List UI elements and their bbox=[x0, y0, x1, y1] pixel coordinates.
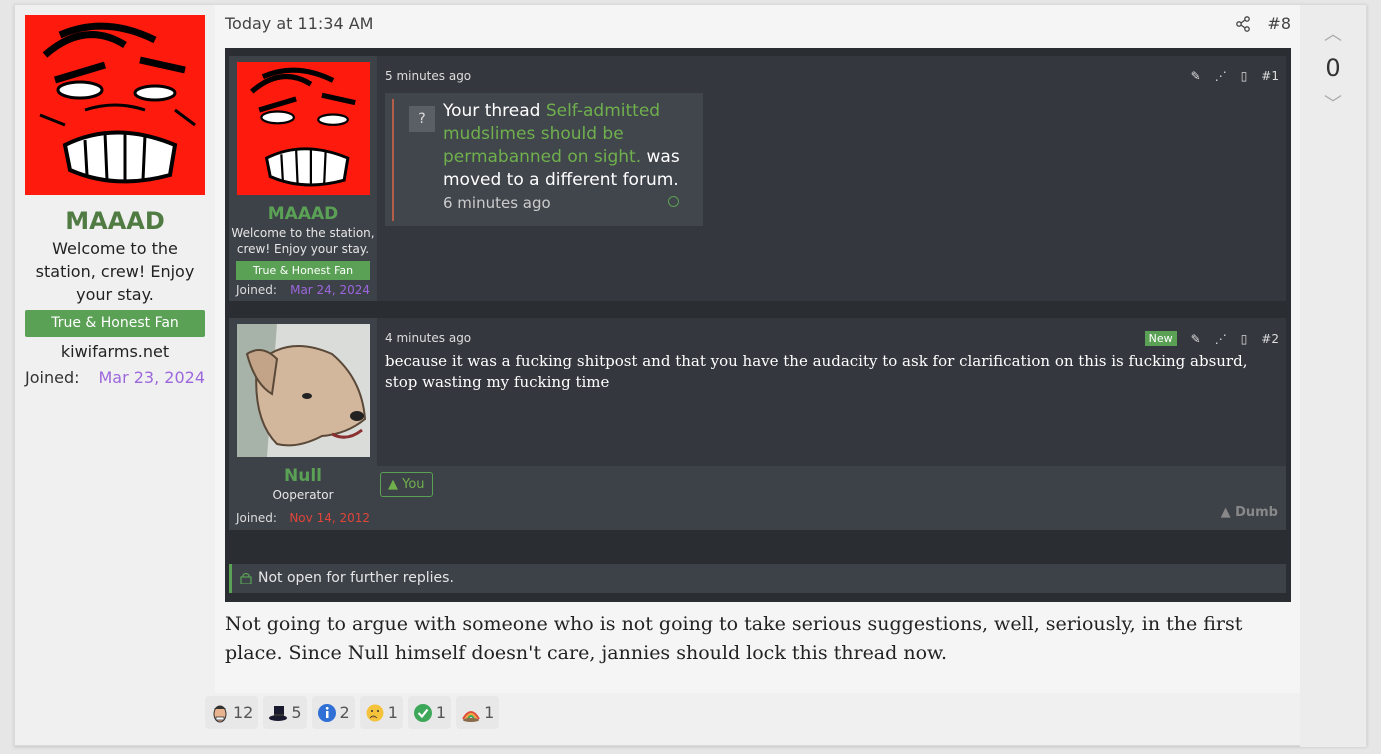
dumb-reaction: ▲ Dumb bbox=[1220, 505, 1278, 520]
author-banner: True & Honest Fan bbox=[25, 310, 205, 337]
reaction-thinking[interactable]: 1 bbox=[359, 696, 403, 729]
new-badge: New bbox=[1144, 331, 1177, 346]
info-icon bbox=[317, 703, 336, 722]
message-1-joined-date: Mar 24, 2024 bbox=[290, 283, 370, 297]
share-icon[interactable] bbox=[1235, 15, 1251, 32]
joined-date: Mar 23, 2024 bbox=[98, 368, 205, 387]
author-title: Welcome to the station, crew! Enjoy your… bbox=[35, 239, 195, 304]
post-number[interactable]: #8 bbox=[1267, 14, 1291, 33]
reaction-count: 1 bbox=[435, 703, 447, 722]
screenshot-message-1: MAAAD Welcome to the station, crew! Enjo… bbox=[229, 56, 1286, 301]
you-label: You bbox=[402, 477, 425, 492]
pencil-icon: ✎ bbox=[1190, 69, 1201, 83]
share-icon: ⋰ bbox=[1214, 331, 1227, 346]
message-1-joined-label: Joined: bbox=[236, 283, 277, 297]
post-main: Today at 11:34 AM #8 MAAAD Welcome to th… bbox=[215, 5, 1301, 693]
reaction-top-hat[interactable]: 5 bbox=[263, 696, 307, 729]
unread-dot-icon bbox=[668, 196, 679, 207]
post-timestamp[interactable]: Today at 11:34 AM bbox=[225, 14, 373, 33]
alert-bar bbox=[392, 99, 394, 221]
message-2-avatar bbox=[236, 324, 370, 457]
message-2-number: #2 bbox=[1261, 331, 1279, 346]
author-avatar[interactable] bbox=[25, 15, 205, 195]
screenshot-message-2: Null Ooperator Joined: Nov 14, 2012 4 mi… bbox=[229, 318, 1286, 530]
post-body: Not going to argue with someone who is n… bbox=[225, 613, 1243, 664]
message-1-user: MAAAD Welcome to the station, crew! Enjo… bbox=[229, 56, 377, 301]
dumb-label: Dumb bbox=[1235, 505, 1278, 520]
reaction-count: 2 bbox=[339, 703, 350, 722]
post-container: MAAAD Welcome to the station, crew! Enjo… bbox=[14, 4, 1367, 747]
alert-prefix: Your thread bbox=[443, 101, 541, 121]
question-icon: ? bbox=[409, 106, 435, 132]
message-1-title: Welcome to the station, crew! Enjoy your… bbox=[231, 226, 375, 256]
share-icon: ⋰ bbox=[1214, 69, 1227, 83]
message-2-joined: Joined: Nov 14, 2012 bbox=[236, 511, 370, 525]
check-icon bbox=[413, 703, 432, 722]
vote-count: 0 bbox=[1325, 54, 1341, 82]
author-column: MAAAD Welcome to the station, crew! Enjo… bbox=[25, 15, 205, 389]
bookmark-icon: ▯ bbox=[1240, 69, 1248, 83]
message-2-time: 4 minutes ago bbox=[385, 331, 472, 345]
you-reaction: ▲ You bbox=[380, 472, 433, 497]
upvote-icon[interactable]: ︿ bbox=[1300, 20, 1366, 46]
message-2-footer: ▲ You ▲ Dumb bbox=[377, 466, 1286, 530]
locked-text: Not open for further replies. bbox=[258, 570, 454, 586]
face-icon bbox=[213, 705, 227, 722]
message-1-banner: True & Honest Fan bbox=[236, 261, 370, 280]
reaction-count: 5 bbox=[291, 703, 302, 722]
message-2-joined-label: Joined: bbox=[236, 511, 277, 525]
author-joined: Joined: Mar 23, 2024 bbox=[25, 366, 205, 389]
joined-label: Joined: bbox=[25, 368, 80, 387]
reaction-count: 1 bbox=[484, 703, 495, 722]
alert-text: Your thread Self-admitted mudslimes shou… bbox=[443, 100, 683, 215]
message-2-name: Null bbox=[284, 466, 322, 486]
pencil-icon: ✎ bbox=[1190, 331, 1201, 346]
reaction-rainbow[interactable]: 1 bbox=[456, 696, 500, 729]
vote-column: ︿ 0 ﹀ bbox=[1300, 5, 1366, 747]
thinking-icon bbox=[366, 704, 384, 721]
reaction-face[interactable]: 12 bbox=[205, 696, 259, 729]
bookmark-icon: ▯ bbox=[1240, 331, 1248, 346]
message-1-tools: ✎ ⋰ ▯ #1 bbox=[1191, 69, 1279, 83]
author-name[interactable]: MAAAD bbox=[25, 207, 205, 235]
reaction-check[interactable]: 1 bbox=[407, 696, 452, 729]
message-1-joined: Joined: Mar 24, 2024 bbox=[236, 283, 370, 297]
message-1-avatar bbox=[236, 62, 370, 195]
message-2-title: Ooperator bbox=[272, 488, 334, 502]
reactions-bar: 12 5 2 1 1 1 bbox=[205, 696, 500, 729]
lock-icon bbox=[240, 572, 252, 584]
message-2-joined-date: Nov 14, 2012 bbox=[289, 511, 370, 525]
embedded-screenshot: MAAAD Welcome to the station, crew! Enjo… bbox=[225, 48, 1291, 602]
message-1-number: #1 bbox=[1261, 69, 1279, 83]
locked-notice: Not open for further replies. bbox=[229, 564, 1286, 593]
message-1-name: MAAAD bbox=[267, 204, 339, 224]
reaction-count: 1 bbox=[387, 703, 398, 722]
message-2-text: because it was a fucking shitpost and th… bbox=[385, 352, 1248, 391]
reaction-info[interactable]: 2 bbox=[311, 696, 355, 729]
message-2-user: Null Ooperator Joined: Nov 14, 2012 bbox=[229, 318, 377, 530]
rainbow-icon bbox=[462, 710, 480, 722]
reaction-count: 12 bbox=[233, 703, 254, 722]
message-2-tools: New ✎ ⋰ ▯ #2 bbox=[1144, 331, 1279, 346]
message-1-time: 5 minutes ago bbox=[385, 69, 472, 83]
downvote-icon[interactable]: ﹀ bbox=[1300, 90, 1366, 116]
move-alert: ? Your thread Self-admitted mudslimes sh… bbox=[385, 93, 703, 226]
alert-time: 6 minutes ago bbox=[443, 194, 551, 212]
post-tools: #8 bbox=[1235, 14, 1291, 33]
top-hat-icon bbox=[269, 705, 288, 721]
author-site: kiwifarms.net bbox=[60, 342, 170, 361]
